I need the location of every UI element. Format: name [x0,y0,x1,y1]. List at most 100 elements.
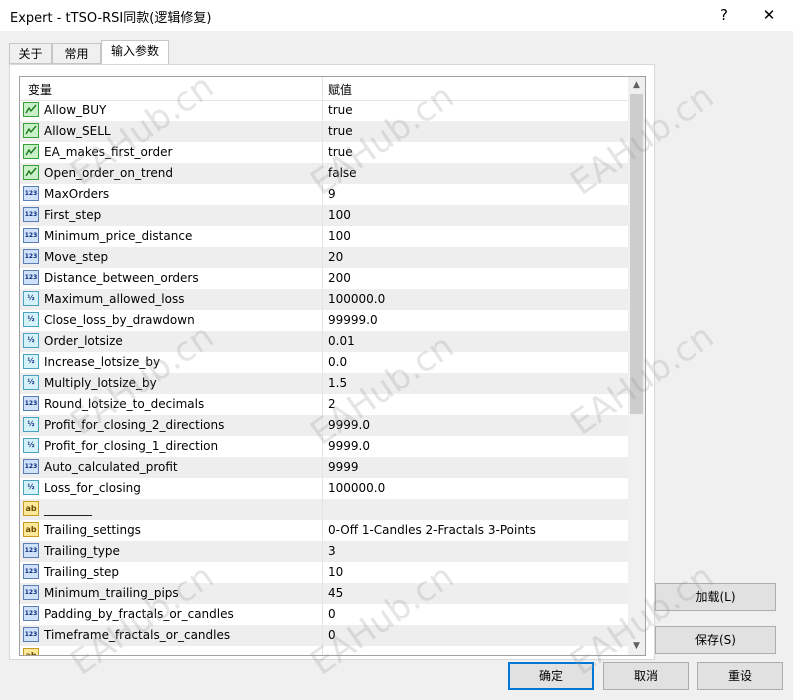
param-value[interactable]: 0 [328,628,336,642]
param-row[interactable]: 123 Auto_calculated_profit 9999 [20,457,628,478]
tab-about[interactable]: 关于 [9,43,52,64]
param-value[interactable]: 0-Off 1-Candles 2-Fractals 3-Points [328,523,536,537]
save-button[interactable]: 保存(S) [655,626,776,654]
param-name: Round_lotsize_to_decimals [44,397,205,411]
integer-icon: 123 [23,186,39,201]
param-row[interactable]: ab [20,646,628,655]
vertical-scrollbar[interactable]: ▲ ▼ [628,77,645,655]
param-name: Maximum_allowed_loss [44,292,185,306]
integer-icon: 123 [23,228,39,243]
integer-icon: 123 [23,564,39,579]
param-row[interactable]: 123 Trailing_step 10 [20,562,628,583]
param-name: Trailing_step [44,565,120,579]
param-row[interactable]: ½ Order_lotsize 0.01 [20,331,628,352]
param-name: Minimum_trailing_pips [44,586,179,600]
param-name: Allow_SELL [44,124,111,138]
param-value[interactable]: 0.01 [328,334,355,348]
param-row[interactable]: ab Trailing_settings 0-Off 1-Candles 2-Fra… [20,520,628,541]
param-value[interactable]: 0.0 [328,355,347,369]
param-row[interactable]: ½ Close_loss_by_drawdown 99999.0 [20,310,628,331]
param-row[interactable]: 123 First_step 100 [20,205,628,226]
param-row[interactable]: Allow_SELL true [20,121,628,142]
param-row[interactable]: Open_order_on_trend false [20,163,628,184]
param-row[interactable]: 123 Round_lotsize_to_decimals 2 [20,394,628,415]
param-value[interactable]: 3 [328,544,336,558]
grid-header: 变量 赋值 [20,77,628,101]
close-button[interactable]: ✕ [755,4,783,26]
integer-icon: 123 [23,207,39,222]
param-value[interactable]: true [328,145,353,159]
param-row[interactable]: 123 Minimum_trailing_pips 45 [20,583,628,604]
param-value[interactable]: 99999.0 [328,313,378,327]
scroll-down-icon[interactable]: ▼ [628,638,645,655]
param-value[interactable]: false [328,166,357,180]
param-row[interactable]: 123 Padding_by_fractals_or_candles 0 [20,604,628,625]
integer-icon: 123 [23,249,39,264]
param-row[interactable]: ½ Loss_for_closing 100000.0 [20,478,628,499]
parameters-grid[interactable]: 变量 赋值 Allow_BUY true Allow_SELL true EA_make… [19,76,646,656]
param-name: Auto_calculated_profit [44,460,178,474]
param-name: Distance_between_orders [44,271,199,285]
param-name: MaxOrders [44,187,110,201]
param-value[interactable]: 20 [328,250,343,264]
param-row[interactable]: 123 Distance_between_orders 200 [20,268,628,289]
param-row[interactable]: ab ________ [20,499,628,520]
param-value[interactable]: 0 [328,607,336,621]
double-icon: ½ [23,333,39,348]
param-row[interactable]: ½ Profit_for_closing_1_direction 9999.0 [20,436,628,457]
param-value[interactable]: 9999.0 [328,418,370,432]
param-value[interactable]: 1.5 [328,376,347,390]
param-name: EA_makes_first_order [44,145,173,159]
load-button[interactable]: 加载(L) [655,583,776,611]
scroll-thumb[interactable] [630,94,643,414]
double-icon: ½ [23,438,39,453]
param-value[interactable]: 2 [328,397,336,411]
param-row[interactable]: 123 MaxOrders 9 [20,184,628,205]
double-icon: ½ [23,354,39,369]
param-row[interactable]: ½ Increase_lotsize_by 0.0 [20,352,628,373]
param-value[interactable]: 10 [328,565,343,579]
boolean-icon [23,165,39,180]
window-title: Expert - tTSO-RSI同款(逻辑修复) [10,11,212,26]
cancel-button[interactable]: 取消 [603,662,689,690]
help-button[interactable]: ? [710,4,738,26]
header-value[interactable]: 赋值 [328,81,352,98]
param-row[interactable]: ½ Profit_for_closing_2_directions 9999.0 [20,415,628,436]
ok-button[interactable]: 确定 [508,662,594,690]
param-value[interactable]: true [328,124,353,138]
param-value[interactable]: true [328,103,353,117]
header-variable[interactable]: 变量 [28,81,52,98]
param-value[interactable]: 9 [328,187,336,201]
param-row[interactable]: Allow_BUY true [20,100,628,121]
param-value[interactable]: 100 [328,208,351,222]
param-name: Close_loss_by_drawdown [44,313,195,327]
param-value[interactable]: 100000.0 [328,481,385,495]
boolean-icon [23,144,39,159]
double-icon: ½ [23,375,39,390]
param-name: Profit_for_closing_2_directions [44,418,225,432]
string-icon: ab [23,648,39,655]
param-value[interactable]: 9999.0 [328,439,370,453]
param-value[interactable]: 9999 [328,460,359,474]
param-name: Allow_BUY [44,103,107,117]
param-value[interactable]: 100000.0 [328,292,385,306]
param-row[interactable]: ½ Multiply_lotsize_by 1.5 [20,373,628,394]
reset-button[interactable]: 重设 [697,662,783,690]
tab-common[interactable]: 常用 [52,43,101,64]
integer-icon: 123 [23,459,39,474]
param-row[interactable]: ½ Maximum_allowed_loss 100000.0 [20,289,628,310]
param-row[interactable]: 123 Minimum_price_distance 100 [20,226,628,247]
param-row[interactable]: EA_makes_first_order true [20,142,628,163]
param-row[interactable]: 123 Timeframe_fractals_or_candles 0 [20,625,628,646]
param-value[interactable]: 45 [328,586,343,600]
param-name: Profit_for_closing_1_direction [44,439,219,453]
double-icon: ½ [23,480,39,495]
integer-icon: 123 [23,585,39,600]
param-value[interactable]: 100 [328,229,351,243]
param-row[interactable]: 123 Trailing_type 3 [20,541,628,562]
scroll-up-icon[interactable]: ▲ [628,77,645,94]
param-value[interactable]: 200 [328,271,351,285]
param-name: First_step [44,208,102,222]
tab-inputs[interactable]: 输入参数 [101,40,169,64]
param-row[interactable]: 123 Move_step 20 [20,247,628,268]
